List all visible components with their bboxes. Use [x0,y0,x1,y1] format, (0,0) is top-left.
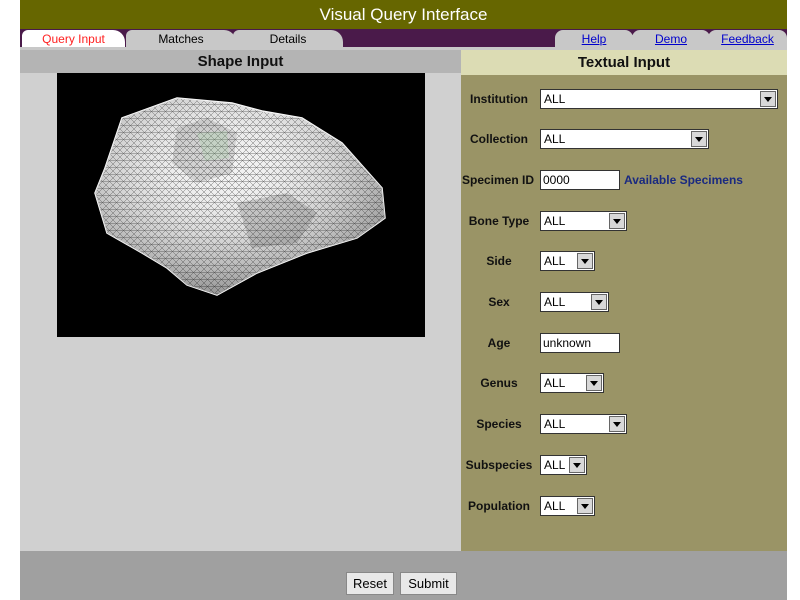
link-label: Help [581,31,607,46]
chevron-down-icon [577,253,593,269]
demo-link[interactable]: Demo [632,30,710,47]
side-row: Side ALL [461,249,787,273]
species-label: Species [476,417,522,431]
sex-row: Sex ALL [461,290,787,314]
tab-label: Matches [158,31,204,46]
input-value: unknown [543,336,592,350]
bone-type-select[interactable]: ALL [540,211,627,231]
specimen-id-label: Specimen ID [461,173,535,187]
submit-button[interactable]: Submit [400,572,457,595]
chevron-down-icon [569,457,585,473]
species-row: Species ALL [461,412,787,436]
shape-input-panel: Shape Input [20,50,461,551]
sex-select[interactable]: ALL [540,292,609,312]
chevron-down-icon [609,416,625,432]
select-value: ALL [544,417,566,431]
select-value: ALL [544,132,566,146]
available-specimens-link[interactable]: Available Specimens [624,173,743,187]
help-link[interactable]: Help [555,30,633,47]
chevron-down-icon [591,294,607,310]
side-label: Side [486,254,512,268]
sex-label: Sex [488,295,510,309]
side-select[interactable]: ALL [540,251,595,271]
select-value: ALL [544,499,566,513]
subspecies-select[interactable]: ALL [540,455,587,475]
specimen-id-row: Specimen ID 0000 Available Specimens [461,168,787,192]
species-select[interactable]: ALL [540,414,627,434]
select-value: ALL [544,92,566,106]
specimen-id-input[interactable]: 0000 [540,170,620,190]
chevron-down-icon [609,213,625,229]
app-title: Visual Query Interface [319,4,488,24]
chevron-down-icon [760,91,776,107]
textual-input-panel: Textual Input Institution ALL Collection… [461,50,787,551]
collection-row: Collection ALL [461,127,787,151]
reset-button[interactable]: Reset [346,572,394,595]
tab-query-input[interactable]: Query Input [22,30,125,47]
collection-label: Collection [469,132,528,146]
tab-details[interactable]: Details [233,30,343,47]
text-panel-title: Textual Input [461,50,787,75]
link-label: Feedback [721,31,774,46]
tab-label: Details [269,31,307,46]
genus-label: Genus [480,376,518,390]
action-bar: Reset Submit [20,551,787,600]
title-bar: Visual Query Interface [20,0,787,29]
bone-type-row: Bone Type ALL [461,209,787,233]
bone-mesh-render [94,97,386,296]
feedback-link[interactable]: Feedback [708,30,787,47]
subspecies-row: Subspecies ALL [461,453,787,477]
age-label: Age [487,336,511,350]
link-label: Demo [654,31,687,46]
tab-label: Query Input [42,31,105,46]
select-value: ALL [544,376,566,390]
genus-row: Genus ALL [461,371,787,395]
select-value: ALL [544,458,566,472]
population-label: Population [468,499,530,513]
age-row: Age unknown [461,331,787,355]
shape-panel-title: Shape Input [20,50,461,73]
age-input[interactable]: unknown [540,333,620,353]
tab-bar: Query Input Matches Details Help Demo Fe… [20,29,787,47]
chevron-down-icon [586,375,602,391]
shape-panel-title-text: Shape Input [197,53,284,70]
institution-label: Institution [470,92,528,106]
collection-select[interactable]: ALL [540,129,709,149]
chevron-down-icon [577,498,593,514]
3d-shape-viewport[interactable] [57,73,425,337]
select-value: ALL [544,254,566,268]
institution-row: Institution ALL [461,87,787,111]
chevron-down-icon [691,131,707,147]
select-value: ALL [544,214,566,228]
population-row: Population ALL [461,494,787,518]
app-frame: Visual Query Interface Query Input Match… [20,0,787,600]
population-select[interactable]: ALL [540,496,595,516]
tab-matches[interactable]: Matches [126,30,236,47]
input-value: 0000 [543,173,570,187]
subspecies-label: Subspecies [465,458,533,472]
select-value: ALL [544,295,566,309]
bone-type-label: Bone Type [468,214,530,228]
text-panel-title-text: Textual Input [577,54,671,71]
genus-select[interactable]: ALL [540,373,604,393]
institution-select[interactable]: ALL [540,89,778,109]
